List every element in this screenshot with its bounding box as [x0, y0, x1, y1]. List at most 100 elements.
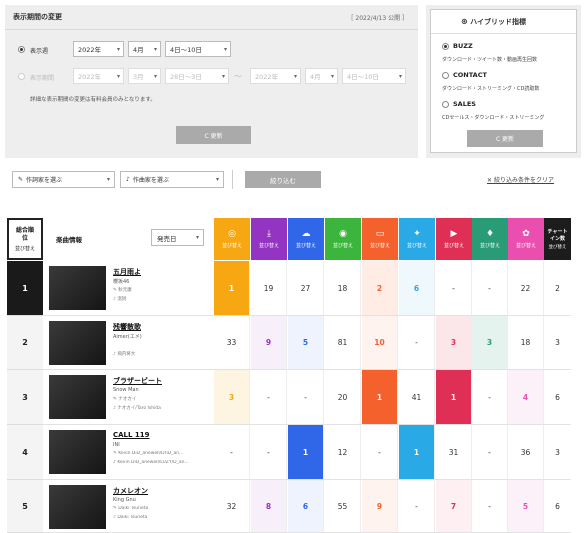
song-title-link[interactable]: 五月雨よ — [113, 267, 141, 277]
gyao-column-cell: 22 — [508, 261, 544, 315]
twitter-column-cell: 41 — [399, 370, 435, 424]
chevron-down-icon: ▾ — [223, 45, 227, 53]
clear-filters-label: 絞り込み条件をクリア — [493, 177, 554, 184]
overall-rank-label: 総合順位 — [15, 226, 34, 242]
period-panel: 表示期間の変更 ［ 2022/4/13 公開 ］ 表示週 2022年 ▾ 4月 ▾ … — [5, 5, 418, 158]
video-thumbnail[interactable] — [49, 375, 106, 419]
week-year-select[interactable]: 2022年 ▾ — [73, 41, 124, 57]
sort-label: 並び替え — [369, 243, 390, 249]
hybrid-title: ハイブリッド指標 — [470, 18, 527, 26]
radio-column-header[interactable]: ◉ 並び替え — [325, 218, 361, 260]
youtube-column-header[interactable]: ▶ 並び替え — [436, 218, 472, 260]
to-month-select[interactable]: 4月 ▾ — [305, 68, 338, 84]
artist-name: King Gnu — [113, 497, 136, 503]
karaoke-column-cell: - — [472, 370, 508, 424]
gyao-column-cell: 18 — [508, 316, 544, 369]
radio-buzz[interactable] — [442, 43, 449, 50]
song-title-link[interactable]: CALL 119 — [113, 431, 150, 439]
chevron-down-icon: ▾ — [106, 176, 110, 183]
chevron-down-icon: ▾ — [116, 72, 120, 80]
sort-label: 並び替え — [221, 243, 242, 249]
sort-label: 並び替え — [332, 243, 353, 249]
gyao-column-header[interactable]: ✿ 並び替え — [508, 218, 544, 260]
overall-rank-header[interactable]: 総合順位 並び替え — [7, 218, 43, 260]
sales-column-cell: 32 — [214, 480, 250, 532]
from-year-select[interactable]: 2022年 ▾ — [73, 68, 124, 84]
download-column-cell: 8 — [251, 480, 287, 532]
karaoke-room-column-cell: 9 — [362, 480, 398, 532]
download-column-cell: 19 — [251, 261, 287, 315]
to-month-value: 4月 — [310, 73, 321, 81]
streaming-column-cell: 6 — [288, 480, 324, 532]
from-range-select[interactable]: 28日〜3日 ▾ — [165, 68, 229, 84]
streaming-column-cell: 27 — [288, 261, 324, 315]
video-thumbnail[interactable] — [49, 321, 106, 365]
radio-column-cell: 81 — [325, 316, 361, 369]
download-column-header[interactable]: ⤓ 並び替え — [251, 218, 287, 260]
chart-in-cell: 6 — [555, 501, 560, 511]
song-title-link[interactable]: カメレオン — [113, 486, 148, 496]
youtube-column-cell: 7 — [436, 480, 472, 532]
period-update-button[interactable]: C 更新 — [176, 126, 251, 144]
twitter-column-header[interactable]: ✦ 並び替え — [399, 218, 435, 260]
rank-cell: 5 — [7, 480, 43, 533]
hybrid-title-row: ⊛ ハイブリッド指標 — [461, 17, 526, 27]
to-year-select[interactable]: 2022年 ▾ — [250, 68, 301, 84]
week-range-select[interactable]: 4日〜10日 ▾ — [165, 41, 231, 57]
radio-range[interactable] — [18, 73, 25, 80]
song-title-link[interactable]: 残響散歌 — [113, 322, 141, 332]
artist-name: INI — [113, 442, 120, 448]
composer-name: ナオカイ/Taro Ishida — [117, 406, 161, 411]
karaoke-column-cell: - — [472, 261, 508, 315]
release-date-select[interactable]: 発売日 ▾ — [151, 229, 204, 246]
lyricist-select[interactable]: ✎ 作詞家を選ぶ ▾ — [12, 171, 115, 188]
lyricist-name: Daiki Tsuneta — [118, 506, 149, 511]
gyao-column-cell: 36 — [508, 425, 544, 479]
video-thumbnail[interactable] — [49, 266, 106, 310]
from-month-select[interactable]: 3月 ▾ — [128, 68, 161, 84]
radio-column-cell: 55 — [325, 480, 361, 532]
period-title: 表示期間の変更 — [13, 13, 62, 21]
microphone-icon: ♦ — [485, 229, 495, 239]
range-tilde: 〜 — [234, 72, 242, 81]
chart-in-cell: 6 — [555, 392, 560, 402]
week-month-value: 4月 — [133, 46, 144, 54]
download-column-cell: 9 — [251, 316, 287, 369]
sales-desc: CDセールス・ダウンロード・ストリーミング — [442, 115, 545, 121]
composer-credit: ♪ Daiki Tsuneta — [113, 515, 147, 520]
chart-in-cell: 3 — [555, 338, 560, 347]
karaoke-room-column-cell: - — [362, 425, 398, 479]
song-title-link[interactable]: ブラザービート — [113, 376, 162, 386]
to-range-value: 4日〜10日 — [347, 73, 379, 81]
karaoke-column-header[interactable]: ♦ 並び替え — [472, 218, 508, 260]
youtube-column-cell: 3 — [436, 316, 472, 369]
narrow-button[interactable]: 絞り込む — [245, 171, 321, 188]
close-icon: ✕ — [487, 177, 493, 184]
rank-cell: 4 — [7, 425, 43, 480]
video-thumbnail[interactable] — [49, 430, 106, 474]
radio-contact[interactable] — [442, 72, 449, 79]
radio-column-cell: 12 — [325, 425, 361, 479]
karaoke-room-column-header[interactable]: ▭ 並び替え — [362, 218, 398, 260]
streaming-column-cell: - — [288, 370, 324, 424]
sales-column-header[interactable]: ◎ 並び替え — [214, 218, 250, 260]
song-info-label: 楽曲情報 — [56, 236, 82, 244]
range-label: 表示期間 — [30, 75, 55, 82]
chart-in-header[interactable]: チャートイン数 並び替え — [544, 218, 571, 260]
radio-sales[interactable] — [442, 101, 449, 108]
week-month-select[interactable]: 4月 ▾ — [128, 41, 161, 57]
karaoke-room-column-cell: 2 — [362, 261, 398, 315]
divider — [5, 29, 418, 30]
video-thumbnail[interactable] — [49, 485, 106, 529]
gyao-icon: ✿ — [522, 229, 530, 239]
clear-filters-link[interactable]: ✕ 絞り込み条件をクリア — [487, 175, 554, 184]
streaming-column-header[interactable]: ☁ 並び替え — [288, 218, 324, 260]
hybrid-update-button[interactable]: C 更新 — [467, 130, 543, 147]
to-range-select[interactable]: 4日〜10日 ▾ — [342, 68, 406, 84]
sort-label: 並び替え — [479, 243, 500, 249]
composer-select[interactable]: ♪ 作曲家を選ぶ ▾ — [120, 171, 224, 188]
rank-cell: 3 — [7, 370, 43, 425]
hybrid-panel: ⊛ ハイブリッド指標 BUZZ ダウンロード・ツイート数・動画再生回数 CONT… — [426, 5, 581, 158]
download-column-cell: - — [251, 425, 287, 479]
radio-week[interactable] — [18, 46, 25, 53]
